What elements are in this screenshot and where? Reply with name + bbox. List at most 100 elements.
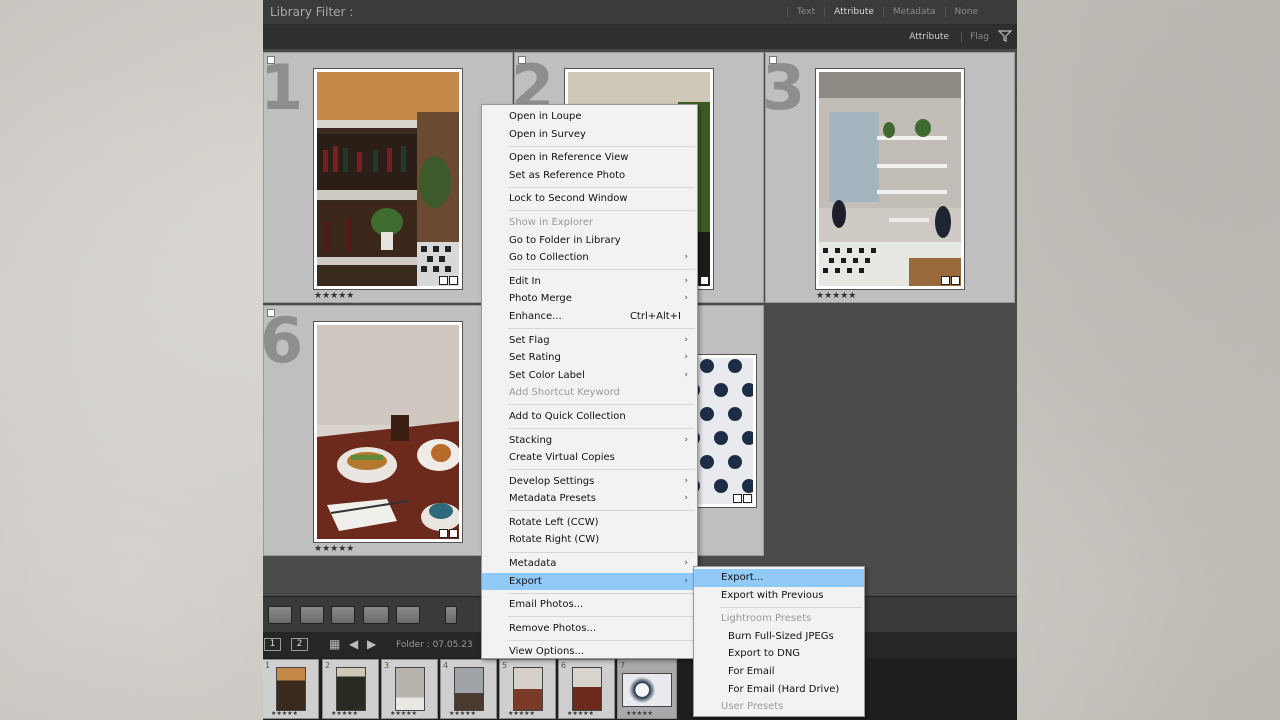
- menu-item-label: Export...: [721, 572, 764, 583]
- grid-view-button[interactable]: [268, 606, 292, 624]
- cell-index: 6: [263, 304, 304, 377]
- filmstrip-thumb[interactable]: 2 ★★★★★: [322, 659, 379, 719]
- people-view-button[interactable]: [396, 606, 420, 624]
- menu-item-label: Open in Survey: [509, 128, 586, 140]
- submenu-item-lightroom-presets: Lightroom Presets: [694, 610, 864, 628]
- cell-checkbox[interactable]: [267, 309, 275, 317]
- menu-item-open-in-reference-view[interactable]: Open in Reference View: [482, 149, 697, 167]
- filmstrip-thumb[interactable]: 5 ★★★★★: [499, 659, 556, 719]
- filmstrip-thumb[interactable]: 3 ★★★★★: [381, 659, 438, 719]
- cell-checkbox[interactable]: [267, 56, 275, 64]
- filter-tab-none[interactable]: None: [944, 7, 987, 17]
- menu-item-add-to-quick-collection[interactable]: Add to Quick Collection: [482, 408, 697, 426]
- photo-thumbnail[interactable]: [313, 68, 463, 290]
- spray-can-icon[interactable]: [445, 606, 457, 624]
- thumb-index: 6: [561, 661, 567, 670]
- menu-item-stacking[interactable]: Stacking ›: [482, 432, 697, 450]
- submenu-item-export[interactable]: Export...: [694, 569, 864, 587]
- menu-item-set-as-reference-photo[interactable]: Set as Reference Photo: [482, 167, 697, 185]
- menu-item-label: Add to Quick Collection: [509, 410, 626, 422]
- menu-item-rotate-right-cw[interactable]: Rotate Right (CW): [482, 531, 697, 549]
- menu-item-label: Create Virtual Copies: [509, 452, 615, 464]
- forward-arrow-icon[interactable]: ▶: [367, 637, 376, 651]
- menu-item-enhance[interactable]: Enhance... Ctrl+Alt+I: [482, 308, 697, 326]
- second-screen-button[interactable]: 2: [291, 638, 308, 651]
- photo-thumbnail[interactable]: [815, 68, 965, 290]
- rating-stars[interactable]: ★★★★★: [314, 544, 354, 554]
- submenu-item-for-email-hard-drive[interactable]: For Email (Hard Drive): [694, 681, 864, 699]
- menu-item-edit-in[interactable]: Edit In ›: [482, 273, 697, 291]
- menu-item-create-virtual-copies[interactable]: Create Virtual Copies: [482, 449, 697, 467]
- loupe-view-button[interactable]: [300, 606, 324, 624]
- menu-item-set-flag[interactable]: Set Flag ›: [482, 332, 697, 350]
- rating-stars[interactable]: ★★★★★: [816, 291, 856, 301]
- menu-item-export[interactable]: Export ›: [482, 572, 697, 591]
- filmstrip-thumb[interactable]: 4 ★★★★★: [440, 659, 497, 719]
- compare-view-button[interactable]: [331, 606, 355, 624]
- thumb-index: 2: [325, 661, 331, 670]
- filmstrip-thumb[interactable]: 1 ★★★★★: [263, 659, 319, 719]
- filmstrip: 1 ★★★★★ 2 ★★★★★ 3 ★★★★★ 4 ★★★★★ 5 ★★★★★ 6 ★★★★…: [263, 658, 1017, 720]
- menu-item-email-photos[interactable]: Email Photos...: [482, 596, 697, 614]
- menu-item-lock-to-second-window[interactable]: Lock to Second Window: [482, 190, 697, 208]
- menu-item-open-in-loupe[interactable]: Open in Loupe: [482, 108, 697, 126]
- menu-separator: [508, 551, 695, 553]
- rating-stars[interactable]: ★★★★★: [314, 291, 354, 301]
- menu-item-metadata[interactable]: Metadata ›: [482, 555, 697, 573]
- cell-checkbox[interactable]: [769, 56, 777, 64]
- thumb-image: [622, 673, 672, 707]
- menu-item-open-in-survey[interactable]: Open in Survey: [482, 126, 697, 144]
- cell-checkbox[interactable]: [518, 56, 526, 64]
- grid-icon[interactable]: ▦: [329, 637, 340, 651]
- thumb-stars: ★★★★★: [390, 710, 417, 717]
- grid-cell[interactable]: 1 ★★★★★: [263, 52, 513, 303]
- main-screen-button[interactable]: 1: [264, 638, 281, 651]
- menu-item-metadata-presets[interactable]: Metadata Presets ›: [482, 490, 697, 508]
- export-submenu: Export... Export with Previous Lightroom P…: [693, 566, 865, 717]
- menu-item-set-color-label[interactable]: Set Color Label ›: [482, 367, 697, 385]
- menu-item-develop-settings[interactable]: Develop Settings ›: [482, 473, 697, 491]
- submenu-item-for-email[interactable]: For Email: [694, 663, 864, 681]
- menu-item-view-options[interactable]: View Options...: [482, 643, 697, 661]
- menu-item-label: User Presets: [721, 701, 784, 713]
- chevron-right-icon: ›: [684, 493, 688, 504]
- lock-filter-icon[interactable]: [998, 29, 1012, 43]
- thumb-index: 7: [620, 661, 626, 670]
- menu-item-label: Set Color Label: [509, 369, 585, 381]
- menu-item-label: Photo Merge: [509, 293, 572, 305]
- survey-view-button[interactable]: [363, 606, 389, 624]
- filter-tab-text[interactable]: Text: [786, 7, 824, 17]
- menu-item-label: Set Flag: [509, 334, 550, 346]
- menu-item-go-to-folder-in-library[interactable]: Go to Folder in Library: [482, 232, 697, 250]
- grid-cell[interactable]: 3 ★★★★★: [762, 52, 1015, 303]
- submenu-item-burn-full-sized-jpegs[interactable]: Burn Full-Sized JPEGs: [694, 628, 864, 646]
- menu-item-photo-merge[interactable]: Photo Merge ›: [482, 290, 697, 308]
- menu-item-label: Go to Folder in Library: [509, 234, 621, 246]
- filter-tab-attribute[interactable]: Attribute: [824, 7, 883, 17]
- menu-item-go-to-collection[interactable]: Go to Collection ›: [482, 249, 697, 267]
- menu-item-show-in-explorer: Show in Explorer: [482, 214, 697, 232]
- grid-cell[interactable]: 6 ★★★★★: [263, 305, 513, 556]
- submenu-item-export-to-dng[interactable]: Export to DNG: [694, 645, 864, 663]
- back-arrow-icon[interactable]: ◀: [349, 637, 358, 651]
- menu-item-label: Show in Explorer: [509, 216, 594, 228]
- menu-item-set-rating[interactable]: Set Rating ›: [482, 349, 697, 367]
- menu-item-rotate-left-ccw[interactable]: Rotate Left (CCW): [482, 514, 697, 532]
- filmstrip-thumb[interactable]: 6 ★★★★★: [558, 659, 615, 719]
- thumb-index: 3: [384, 661, 390, 670]
- folder-breadcrumb[interactable]: Folder : 07.05.23: [396, 640, 473, 650]
- filmstrip-thumb-selected[interactable]: 7 ★★★★★: [617, 659, 677, 719]
- thumb-stars: ★★★★★: [271, 710, 298, 717]
- menu-item-label: Burn Full-Sized JPEGs: [728, 630, 834, 642]
- menu-separator: [508, 145, 695, 147]
- menu-item-remove-photos[interactable]: Remove Photos...: [482, 620, 697, 638]
- thumb-index: 4: [443, 661, 449, 670]
- flag-filter[interactable]: Flag: [961, 32, 989, 42]
- submenu-item-export-with-previous[interactable]: Export with Previous: [694, 587, 864, 605]
- menu-item-label: Set Rating: [509, 352, 561, 364]
- photo-thumbnail[interactable]: [313, 321, 463, 543]
- filter-title: Library Filter :: [270, 5, 354, 19]
- thumb-image: [395, 667, 425, 711]
- menu-shortcut: Ctrl+Alt+I: [629, 310, 681, 322]
- filter-tab-metadata[interactable]: Metadata: [882, 7, 945, 17]
